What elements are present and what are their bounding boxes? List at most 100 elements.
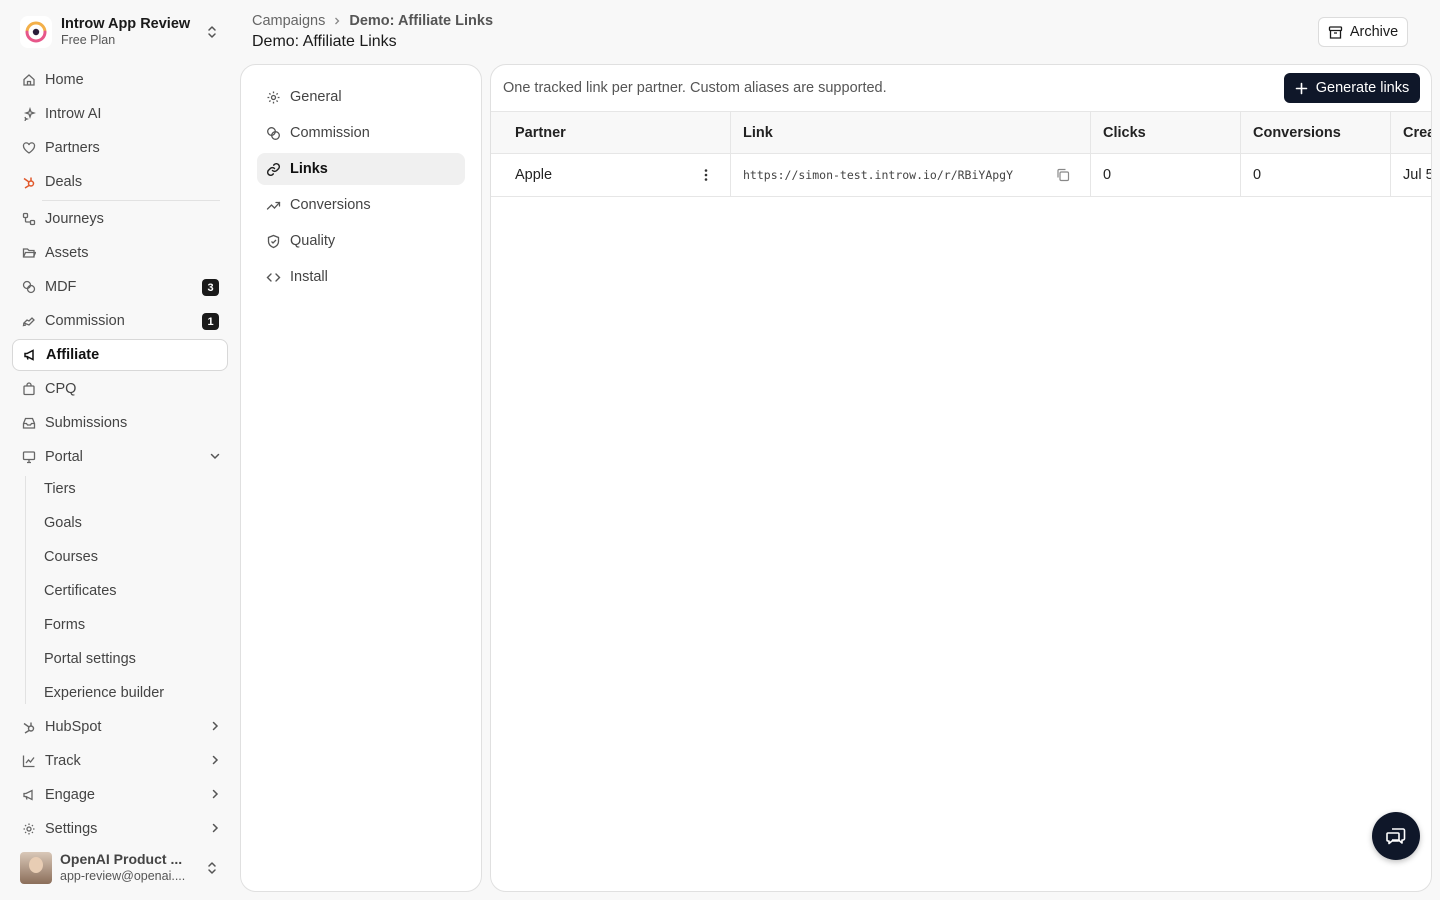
sidebar-item-assets[interactable]: Assets xyxy=(12,238,228,268)
hubspot-icon xyxy=(22,720,36,734)
sidebar-item-commission[interactable]: Commission 1 xyxy=(12,306,228,336)
chat-launcher-button[interactable] xyxy=(1372,812,1420,860)
clicks-cell: 0 xyxy=(1091,154,1241,196)
sidebar: Introw App Review Free Plan Home Introw … xyxy=(0,0,240,900)
links-card: One tracked link per partner. Custom ali… xyxy=(490,64,1432,892)
subnav-commission[interactable]: Commission xyxy=(257,117,465,149)
chevron-right-icon xyxy=(212,721,219,731)
sidebar-item-partners[interactable]: Partners xyxy=(12,133,228,163)
campaign-settings-nav: General Commission Links Conversions Qua… xyxy=(240,64,482,892)
sidebar-item-affiliate[interactable]: Affiliate xyxy=(12,339,228,371)
sidebar-item-label: Track xyxy=(45,753,81,769)
subnav-quality[interactable]: Quality xyxy=(257,225,465,257)
subnav-general[interactable]: General xyxy=(257,81,465,113)
subnav-conversions[interactable]: Conversions xyxy=(257,189,465,221)
sidebar-item-label: Commission xyxy=(45,313,125,329)
sidebar-item-cpq[interactable]: CPQ xyxy=(12,374,228,404)
sparkle-icon xyxy=(22,107,36,121)
column-header-created[interactable]: Crea xyxy=(1391,112,1431,153)
gear-icon xyxy=(267,91,280,103)
table-header: Partner Link Clicks Conversions Crea xyxy=(491,112,1431,154)
sidebar-item-label: Assets xyxy=(45,245,89,261)
subnav-label: Quality xyxy=(290,233,336,249)
subnav-label: Links xyxy=(290,161,328,177)
sidebar-item-label: HubSpot xyxy=(45,719,102,735)
conversions-cell: 0 xyxy=(1241,154,1391,196)
column-header-conversions[interactable]: Conversions xyxy=(1241,112,1391,153)
sidebar-subitem-goals[interactable]: Goals xyxy=(44,513,82,533)
sidebar-item-label: Partners xyxy=(45,140,100,156)
archive-button[interactable]: Archive xyxy=(1318,17,1408,47)
sidebar-item-journeys[interactable]: Journeys xyxy=(12,204,228,234)
created-cell: Jul 5 xyxy=(1403,167,1432,183)
sidebar-subitem-certificates[interactable]: Certificates xyxy=(44,581,117,601)
subnav-label: General xyxy=(290,89,342,105)
gear-icon xyxy=(22,822,36,836)
chevron-down-icon xyxy=(210,453,220,460)
breadcrumb-current: Demo: Affiliate Links xyxy=(349,13,494,29)
breadcrumb-campaigns[interactable]: Campaigns xyxy=(252,13,325,29)
subnav-install[interactable]: Install xyxy=(257,261,465,293)
sidebar-item-settings[interactable]: Settings xyxy=(12,814,228,844)
subnav-label: Install xyxy=(290,269,328,285)
folder-open-icon xyxy=(22,246,36,260)
generate-links-label: Generate links xyxy=(1315,80,1410,96)
workspace-switcher[interactable]: Introw App Review Free Plan xyxy=(12,10,228,54)
sidebar-divider xyxy=(42,200,220,201)
sidebar-item-label: Settings xyxy=(45,821,98,837)
subnav-label: Commission xyxy=(290,125,370,141)
sidebar-subitem-experience-builder[interactable]: Experience builder xyxy=(44,683,164,703)
sidebar-item-label: CPQ xyxy=(45,381,77,397)
tracked-link[interactable]: https://simon-test.introw.io/r/RBiYApgY xyxy=(743,168,1013,182)
line-chart-icon xyxy=(22,754,36,768)
heart-handshake-icon xyxy=(22,141,36,155)
sidebar-item-engage[interactable]: Engage xyxy=(12,780,228,810)
sidebar-item-introw-ai[interactable]: Introw AI xyxy=(12,99,228,129)
mdf-count-badge: 3 xyxy=(202,279,219,296)
hubspot-icon xyxy=(22,175,36,189)
sidebar-item-track[interactable]: Track xyxy=(12,746,228,776)
home-icon xyxy=(22,73,36,87)
archive-label: Archive xyxy=(1349,24,1399,40)
chevron-right-icon xyxy=(212,789,219,799)
user-name: OpenAI Product ... xyxy=(60,851,183,868)
sidebar-item-portal[interactable]: Portal xyxy=(12,442,228,472)
sidebar-item-label: Engage xyxy=(45,787,95,803)
subnav-links[interactable]: Links xyxy=(257,153,465,185)
sidebar-item-label: Deals xyxy=(45,174,83,190)
generate-links-button[interactable]: Generate links xyxy=(1284,73,1420,103)
handshake-icon xyxy=(22,314,36,328)
sidebar-item-label: Home xyxy=(45,72,84,88)
monitor-icon xyxy=(22,450,36,464)
introw-logo-icon xyxy=(20,16,52,48)
copy-icon[interactable] xyxy=(1055,167,1071,183)
sidebar-item-submissions[interactable]: Submissions xyxy=(12,408,228,438)
column-header-partner[interactable]: Partner xyxy=(491,112,731,153)
sidebar-subitem-portal-settings[interactable]: Portal settings xyxy=(44,649,136,669)
portal-submenu-line xyxy=(25,476,26,704)
sidebar-subitem-forms[interactable]: Forms xyxy=(44,615,85,635)
sidebar-item-label: Affiliate xyxy=(46,347,100,363)
shopping-bag-icon xyxy=(22,382,36,396)
partner-cell: Apple xyxy=(491,154,731,196)
chat-icon xyxy=(1386,828,1406,845)
sidebar-subitem-courses[interactable]: Courses xyxy=(44,547,98,567)
sidebar-item-hubspot[interactable]: HubSpot xyxy=(12,712,228,742)
column-header-link[interactable]: Link xyxy=(731,112,1091,153)
sidebar-subitem-tiers[interactable]: Tiers xyxy=(44,479,76,499)
chevron-right-icon xyxy=(335,17,340,25)
sidebar-item-mdf[interactable]: MDF 3 xyxy=(12,272,228,302)
chevrons-up-down-icon xyxy=(208,862,216,874)
link-cell: https://simon-test.introw.io/r/RBiYApgY xyxy=(731,154,1091,196)
breadcrumb: Campaigns Demo: Affiliate Links xyxy=(252,13,493,29)
more-vertical-icon[interactable] xyxy=(699,168,713,182)
user-menu[interactable]: OpenAI Product ... app-review@openai.... xyxy=(12,848,228,888)
column-header-clicks[interactable]: Clicks xyxy=(1091,112,1241,153)
sidebar-item-home[interactable]: Home xyxy=(12,65,228,95)
megaphone-icon xyxy=(23,348,37,362)
table-row[interactable]: Apple https://simon-test.introw.io/r/RBi… xyxy=(491,154,1432,197)
sidebar-item-deals[interactable]: Deals xyxy=(12,167,228,197)
sidebar-item-label: Portal xyxy=(45,449,83,465)
code-icon xyxy=(266,272,281,282)
avatar xyxy=(20,852,52,884)
